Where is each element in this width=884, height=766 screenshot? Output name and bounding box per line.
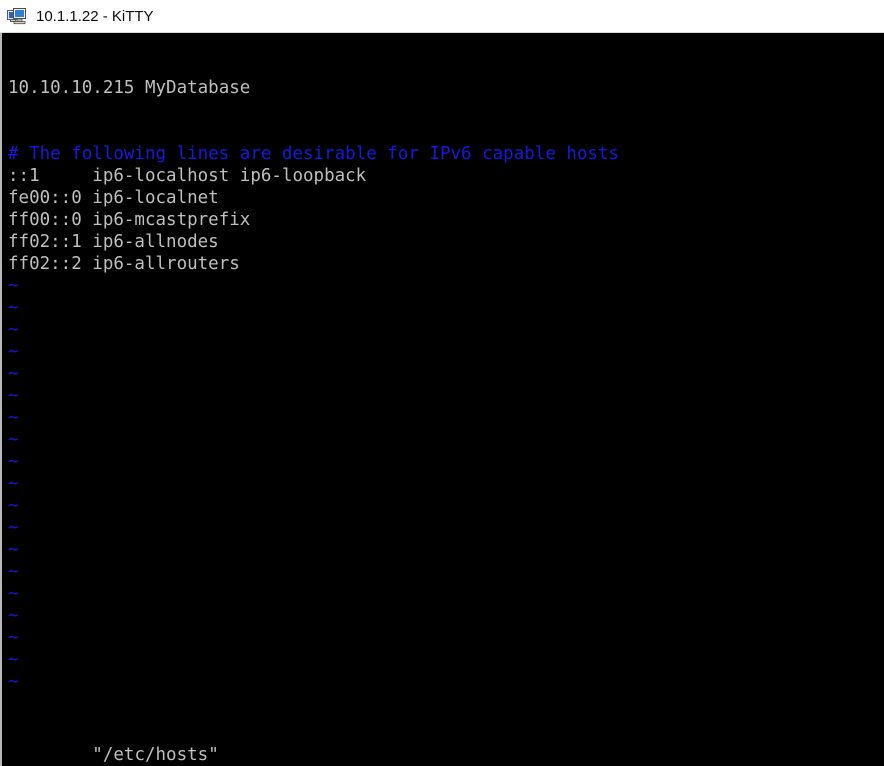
vim-empty-line-tilde: ~ [8,429,884,451]
terminal-line-text: ~ [8,540,19,560]
terminal-line-text: ~ [8,408,19,428]
window-title-text: 10.1.1.22 - KiTTY [36,7,154,25]
terminal-line-text: ~ [8,672,19,692]
terminal-line-text: ~ [8,364,19,384]
terminal-line-text: ~ [8,562,19,582]
kitty-terminal-window: 10.1.1.22 - KiTTY 10.10.10.215 MyDatabas… [0,0,884,766]
vim-empty-line-tilde: ~ [8,495,884,517]
terminal-line-text: ~ [8,518,19,538]
vim-empty-line-tilde: ~ [8,363,884,385]
terminal-line-text: ~ [8,320,19,340]
terminal-line-text: ~ [8,342,19,362]
vim-empty-line-tilde: ~ [8,561,884,583]
terminal-text-line: # The following lines are desirable for … [8,143,884,165]
terminal-text-line: ff02::2 ip6-allrouters [8,253,884,275]
terminal-line-text: ~ [8,386,19,406]
vim-empty-line-tilde: ~ [8,649,884,671]
vim-empty-line-tilde: ~ [8,671,884,693]
vim-empty-line-tilde: ~ [8,539,884,561]
terminal-text-line: 10.10.10.215 MyDatabase [8,77,884,99]
terminal-text-line: ff00::0 ip6-mcastprefix [8,209,884,231]
vim-empty-line-tilde: ~ [8,627,884,649]
terminal-line-text: ~ [8,606,19,626]
vim-filename-text: "/etc/hosts" [92,745,219,765]
terminal-buffer: 10.10.10.215 MyDatabase # The following l… [2,33,884,693]
vim-empty-line-tilde: ~ [8,451,884,473]
terminal-line-text: ~ [8,298,19,318]
vim-empty-line-tilde: ~ [8,319,884,341]
terminal-line-text: ff02::1 ip6-allnodes [8,232,219,252]
vim-empty-line-tilde: ~ [8,341,884,363]
terminal-line-text: ::1 ip6-localhost ip6-loopback [8,166,367,186]
terminal-line-text: ~ [8,276,19,296]
terminal-line-text: ff00::0 ip6-mcastprefix [8,210,251,230]
terminal-line-text: ~ [8,584,19,604]
vim-empty-line-tilde: ~ [8,473,884,495]
terminal-line-text: ~ [8,474,19,494]
vim-empty-line-tilde: ~ [8,407,884,429]
terminal-computers-icon [7,7,27,26]
terminal-text-line: ff02::1 ip6-allnodes [8,231,884,253]
vim-status-area: "/etc/hosts" "/etc/hosts" E212: Can't op… [2,722,884,766]
terminal-line-text: ~ [8,628,19,648]
terminal-line-text: 10.10.10.215 MyDatabase [8,78,251,98]
terminal-line-text: fe00::0 ip6-localnet [8,188,219,208]
terminal-line-text: ~ [8,452,19,472]
terminal-screen[interactable]: 10.10.10.215 MyDatabase # The following l… [0,33,884,766]
vim-empty-line-tilde: ~ [8,385,884,407]
terminal-line-text: ~ [8,650,19,670]
terminal-line-text: ~ [8,430,19,450]
vim-empty-line-tilde: ~ [8,583,884,605]
terminal-text-line: ::1 ip6-localhost ip6-loopback [8,165,884,187]
vim-empty-line-tilde: ~ [8,275,884,297]
window-title-bar[interactable]: 10.1.1.22 - KiTTY [0,0,884,33]
vim-filename-line: "/etc/hosts" [8,722,884,765]
vim-empty-line-tilde: ~ [8,605,884,627]
terminal-line-text: ff02::2 ip6-allrouters [8,254,240,274]
vim-empty-line-tilde: ~ [8,517,884,539]
terminal-line-text: # The following lines are desirable for … [8,144,620,164]
terminal-line-text: ~ [8,496,19,516]
vim-empty-line-tilde: ~ [8,297,884,319]
terminal-text-line: fe00::0 ip6-localnet [8,187,884,209]
